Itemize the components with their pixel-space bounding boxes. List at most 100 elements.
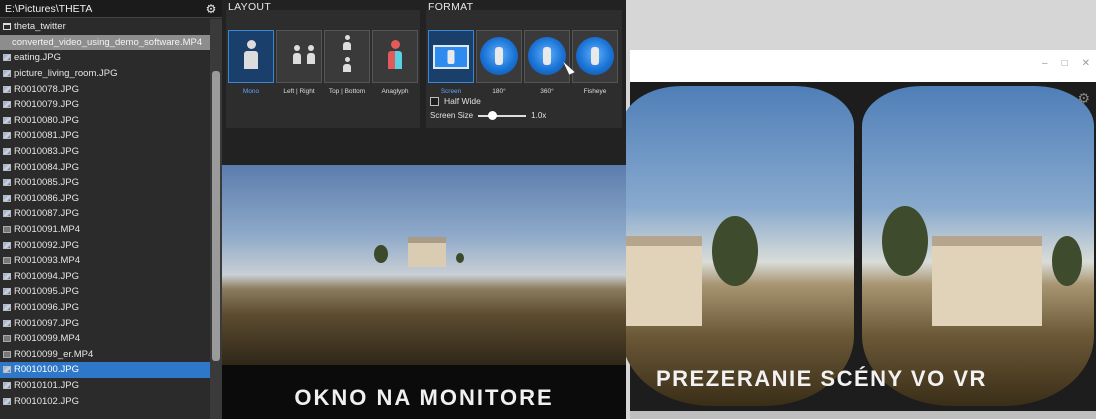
globe-180-icon [480, 37, 518, 75]
format-180-button[interactable]: 180° [476, 30, 522, 95]
file-list-item[interactable]: R0010079.JPG [0, 97, 210, 113]
layout-top-bottom-label: Top | Bottom [328, 88, 366, 95]
file-list-scrollbar[interactable] [210, 19, 222, 419]
video-preview[interactable]: OKNO NA MONITORE [222, 165, 626, 419]
screen-size-slider[interactable] [478, 110, 527, 120]
vr-view: – □ ✕ ⚙ PREZERANIE SCÉNY VO VR [626, 0, 1096, 419]
layout-anaglyph-label: Anaglyph [381, 88, 409, 95]
file-list-item[interactable]: R0010084.JPG [0, 159, 210, 175]
file-name: R0010097.JPG [14, 317, 79, 329]
folder-file-icon [3, 23, 11, 31]
file-name: R0010095.JPG [14, 286, 79, 298]
file-name: R0010078.JPG [14, 83, 79, 95]
file-list-item[interactable]: eating.JPG [0, 50, 210, 66]
layout-anaglyph-button[interactable]: Anaglyph [372, 30, 418, 95]
file-list-item[interactable]: theta_twitter [0, 19, 210, 35]
anaglyph-person-icon [384, 40, 406, 70]
tree-image [374, 245, 388, 263]
video-file-icon [3, 226, 11, 234]
image-file-icon [3, 163, 11, 171]
file-list-item[interactable]: R0010083.JPG [0, 144, 210, 160]
file-list-item[interactable]: R0010078.JPG [0, 81, 210, 97]
file-name: R0010081.JPG [14, 130, 79, 142]
image-file-icon [3, 101, 11, 109]
file-list-item[interactable]: R0010094.JPG [0, 269, 210, 285]
mono-person-icon [240, 40, 262, 70]
format-screen-label: Screen [440, 88, 462, 95]
half-wide-checkbox[interactable]: Half Wide [430, 96, 481, 106]
layout-left-right-label: Left | Right [283, 88, 315, 95]
format-options: Screen 180° 360° Fisheye [428, 30, 618, 95]
path-bar: E:\Pictures\THETA ⚙ [0, 0, 222, 18]
minimize-icon[interactable]: – [1042, 58, 1048, 69]
file-list-item[interactable]: R0010081.JPG [0, 128, 210, 144]
gear-icon[interactable]: ⚙ [1077, 90, 1090, 107]
file-name: R0010083.JPG [14, 146, 79, 158]
screen-size-value: 1.0x [531, 111, 547, 120]
monitor-caption: OKNO NA MONITORE [294, 385, 554, 410]
file-list-item[interactable]: R0010099.MP4 [0, 331, 210, 347]
file-name: R0010085.JPG [14, 177, 79, 189]
file-list-item[interactable]: R0010091.MP4 [0, 222, 210, 238]
image-file-icon [3, 288, 11, 296]
image-file-icon [3, 397, 11, 405]
vr-caption: PREZERANIE SCÉNY VO VR [656, 366, 987, 391]
format-180-label: 180° [492, 88, 506, 95]
vr-window: – □ ✕ ⚙ PREZERANIE SCÉNY VO VR [626, 50, 1096, 419]
layout-mono-button[interactable]: Mono [228, 30, 274, 95]
file-list-item[interactable]: R0010097.JPG [0, 315, 210, 331]
tree-image [882, 206, 928, 276]
right-eye-view [862, 86, 1094, 406]
globe-360-icon [528, 37, 566, 75]
format-screen-button[interactable]: Screen [428, 30, 474, 95]
file-name: R0010099_er.MP4 [14, 348, 94, 360]
file-list-item[interactable]: R0010099_er.MP4 [0, 346, 210, 362]
slider-knob[interactable] [488, 110, 498, 120]
vr-titlebar: – □ ✕ [630, 50, 1096, 82]
file-list-item[interactable]: R0010100.JPG [0, 362, 210, 378]
format-360-button[interactable]: 360° [524, 30, 570, 95]
house-image [932, 236, 1042, 326]
format-fisheye-button[interactable]: Fisheye [572, 30, 618, 95]
file-list-item[interactable]: picture_living_room.JPG [0, 66, 210, 82]
layout-left-right-button[interactable]: Left | Right [276, 30, 322, 95]
tree-image [712, 216, 758, 286]
image-file-icon [3, 381, 11, 389]
file-list-item[interactable]: R0010080.JPG [0, 113, 210, 129]
file-list-item[interactable]: R0010086.JPG [0, 191, 210, 207]
fisheye-icon [576, 37, 614, 75]
file-list-item[interactable]: converted_video_using_demo_software.MP4 [0, 34, 210, 51]
layout-top-bottom-button[interactable]: Top | Bottom [324, 30, 370, 95]
half-wide-label: Half Wide [444, 96, 481, 106]
file-list-item[interactable]: R0010102.JPG [0, 393, 210, 409]
file-list-item[interactable]: R0010093.MP4 [0, 253, 210, 269]
gear-icon[interactable]: ⚙ [205, 3, 217, 15]
scrollbar-thumb[interactable] [212, 71, 220, 361]
left-eye-view [626, 86, 854, 406]
checkbox-icon[interactable] [430, 96, 439, 106]
file-list-item[interactable]: R0010101.JPG [0, 378, 210, 394]
image-file-icon [3, 179, 11, 187]
file-list-item[interactable]: R0010096.JPG [0, 300, 210, 316]
house-image [408, 237, 446, 267]
image-file-icon [3, 272, 11, 280]
file-list-item[interactable]: R0010092.JPG [0, 237, 210, 253]
file-list-item[interactable]: R0010087.JPG [0, 206, 210, 222]
image-file-icon [3, 148, 11, 156]
file-name: R0010087.JPG [14, 208, 79, 220]
format-title: FORMAT [428, 1, 474, 13]
bottom-person-icon [341, 57, 353, 75]
file-list: theta_twitter converted_video_using_demo_… [0, 19, 210, 419]
file-name: R0010086.JPG [14, 192, 79, 204]
file-list-item[interactable]: R0010085.JPG [0, 175, 210, 191]
layout-options: Mono Left | Right Top | Bottom Anaglyph [228, 30, 418, 95]
maximize-icon[interactable]: □ [1062, 58, 1068, 69]
format-fisheye-label: Fisheye [583, 88, 607, 95]
close-icon[interactable]: ✕ [1082, 58, 1090, 69]
screen-size-label: Screen Size [430, 111, 474, 120]
layout-mono-label: Mono [242, 88, 260, 95]
file-list-item[interactable]: R0010095.JPG [0, 284, 210, 300]
file-name: R0010091.MP4 [14, 224, 81, 236]
image-file-icon [3, 132, 11, 140]
panorama-image [222, 165, 626, 365]
